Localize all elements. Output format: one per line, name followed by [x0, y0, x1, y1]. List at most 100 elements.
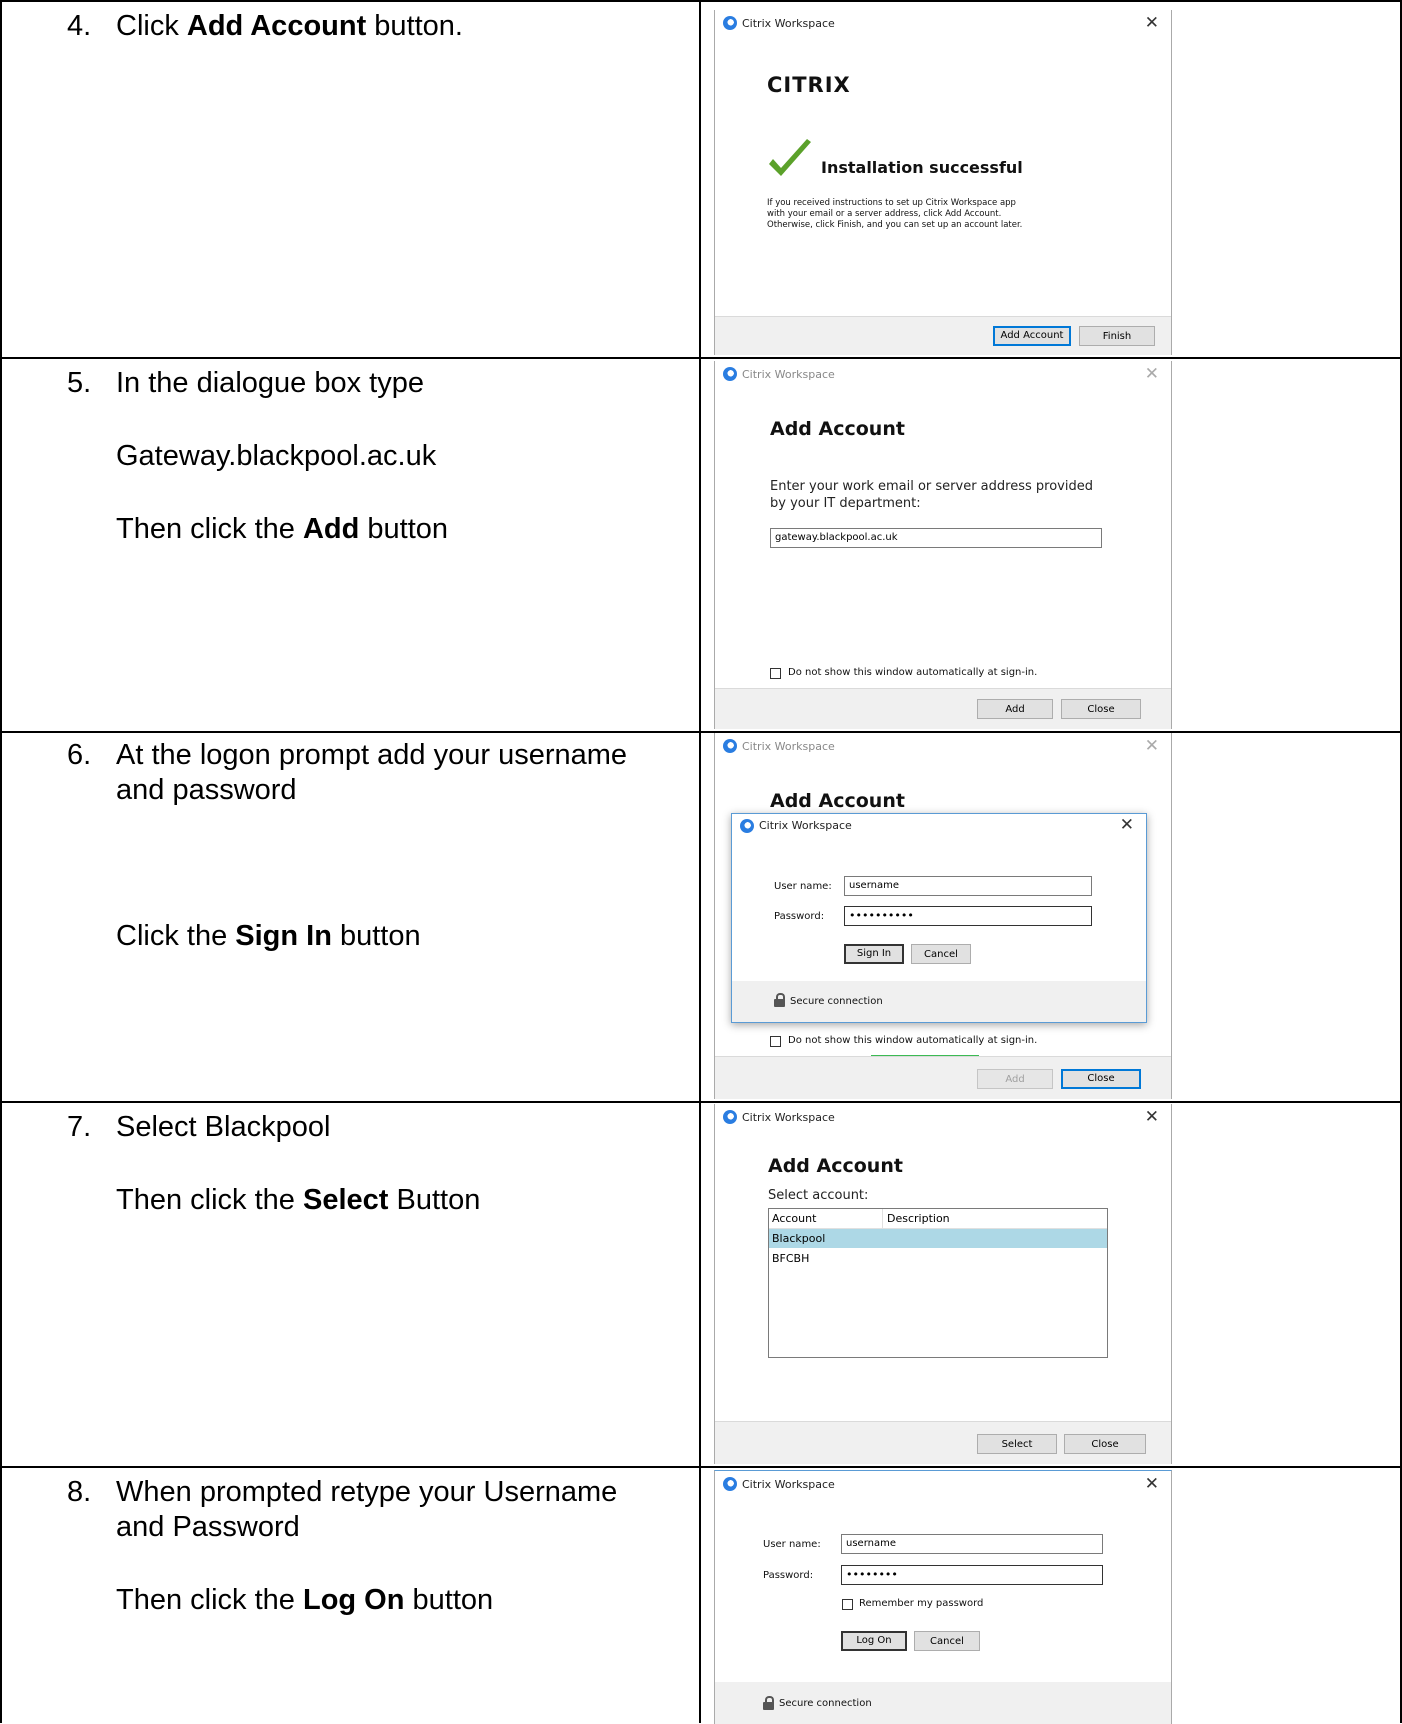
remember-password-checkbox[interactable] [842, 1599, 853, 1610]
citrix-logo-icon [723, 16, 737, 30]
step-7: 7. Select Blackpool Then click the Selec… [0, 1109, 690, 1459]
step-text: In the dialogue box type [116, 367, 424, 399]
checkmark-icon [769, 139, 811, 176]
cancel-button[interactable]: Cancel [911, 944, 971, 964]
window-title: Citrix Workspace [742, 17, 835, 30]
step-number: 5. [67, 367, 92, 399]
step-text: Click Add Account button. [116, 10, 463, 42]
step-8: 8. When prompted retype your Username an… [0, 1474, 690, 1714]
password-input[interactable]: •••••••• [841, 1565, 1103, 1585]
cancel-button[interactable]: Cancel [914, 1631, 980, 1651]
select-button[interactable]: Select [977, 1434, 1057, 1454]
sign-in-titlebar: Citrix Workspace ✕ [732, 814, 1146, 842]
step-number: 7. [67, 1111, 92, 1143]
close-icon[interactable]: ✕ [1145, 736, 1159, 756]
dialog-footer: Add Close [715, 1056, 1171, 1099]
add-button[interactable]: Add [977, 1069, 1053, 1089]
citrix-logo-icon [723, 1477, 737, 1491]
step-6: 6. At the logon prompt add your username… [0, 737, 690, 1097]
dialog-footer: Add Close [715, 688, 1171, 729]
step-5: 5. In the dialogue box type Gateway.blac… [0, 365, 690, 725]
step-text: When prompted retype your Username [116, 1476, 618, 1508]
finish-button[interactable]: Finish [1079, 326, 1155, 346]
username-label: User name: [774, 881, 832, 892]
window-titlebar: Citrix Workspace ✕ [715, 733, 1171, 761]
username-input[interactable]: username [841, 1534, 1103, 1554]
close-icon[interactable]: ✕ [1145, 1107, 1159, 1127]
dialog-heading: Add Account [770, 418, 905, 440]
add-button[interactable]: Add [977, 699, 1053, 719]
account-list-header: Account Description [769, 1209, 1107, 1229]
step-instruction: Click the Sign In button [116, 920, 421, 952]
step-4: 4. Click Add Account button. [0, 8, 690, 348]
column-header-account[interactable]: Account [772, 1212, 816, 1225]
citrix-logo-icon [723, 739, 737, 753]
log-on-button[interactable]: Log On [841, 1631, 907, 1651]
citrix-logo-icon [723, 367, 737, 381]
username-label: User name: [763, 1539, 821, 1550]
window-titlebar: Citrix Workspace ✕ [715, 1104, 1171, 1132]
window-titlebar: Citrix Workspace ✕ [715, 10, 1171, 38]
window-title: Citrix Workspace [742, 1111, 835, 1124]
do-not-show-label: Do not show this window automatically at… [788, 1035, 1038, 1046]
dialog-heading: Add Account [768, 1155, 903, 1177]
server-address-input[interactable]: gateway.blackpool.ac.uk [770, 528, 1102, 548]
close-button[interactable]: Close [1061, 1069, 1141, 1089]
instruction-page: 4. Click Add Account button. 5. In the d… [0, 0, 1402, 1724]
screenshot-select-account: Citrix Workspace ✕ Add Account Select ac… [714, 1104, 1172, 1464]
screenshot-add-account: Citrix Workspace ✕ Add Account Enter you… [714, 361, 1172, 729]
do-not-show-checkbox[interactable] [770, 1036, 781, 1047]
secure-connection-bar: Secure connection [715, 1682, 1171, 1724]
dialog-footer: Add Account Finish [715, 316, 1171, 355]
account-list[interactable]: Account Description Blackpool BFCBH [768, 1208, 1108, 1358]
step-instruction: Then click the Select Button [116, 1184, 481, 1216]
status-message: If you received instructions to set up C… [767, 198, 1023, 230]
list-item[interactable]: BFCBH [769, 1249, 1107, 1268]
close-icon[interactable]: ✕ [1145, 364, 1159, 384]
secure-connection-label: Secure connection [779, 1698, 872, 1709]
list-item[interactable]: Blackpool [769, 1229, 1107, 1248]
secure-connection-label: Secure connection [790, 996, 883, 1007]
screenshot-log-on: Citrix Workspace ✕ User name: username P… [714, 1470, 1172, 1724]
close-icon[interactable]: ✕ [1120, 815, 1134, 835]
password-label: Password: [763, 1570, 814, 1581]
table-border-top [0, 0, 1402, 2]
status-heading: Installation successful [821, 158, 1023, 177]
do-not-show-label: Do not show this window automatically at… [788, 667, 1038, 678]
close-icon[interactable]: ✕ [1145, 1474, 1159, 1494]
close-button[interactable]: Close [1061, 699, 1141, 719]
select-account-label: Select account: [768, 1188, 869, 1203]
window-title: Citrix Workspace [742, 740, 835, 753]
add-account-button[interactable]: Add Account [993, 326, 1071, 346]
row-divider [0, 357, 1402, 359]
window-title: Citrix Workspace [742, 368, 835, 381]
step-number: 8. [67, 1476, 92, 1508]
screenshot-sign-in: Citrix Workspace ✕ Add Account Citrix Wo… [714, 733, 1172, 1099]
do-not-show-checkbox[interactable] [770, 668, 781, 679]
account-name: Blackpool [772, 1232, 826, 1245]
step-number: 4. [67, 10, 92, 42]
password-label: Password: [774, 911, 825, 922]
dialog-footer: Select Close [715, 1421, 1171, 1464]
step-text: Select Blackpool [116, 1111, 331, 1143]
account-name: BFCBH [772, 1252, 810, 1265]
dialog-heading: Add Account [770, 790, 905, 812]
password-input[interactable]: •••••••••• [844, 906, 1092, 926]
secure-connection-bar: Secure connection [732, 981, 1146, 1022]
window-titlebar: Citrix Workspace ✕ [715, 1471, 1171, 1499]
lock-icon [774, 993, 785, 1007]
step-instruction: Then click the Add button [116, 513, 449, 545]
window-title: Citrix Workspace [742, 1478, 835, 1491]
citrix-logo-icon [740, 819, 754, 833]
citrix-logo-icon [723, 1110, 737, 1124]
close-icon[interactable]: ✕ [1145, 13, 1159, 33]
column-header-description[interactable]: Description [887, 1212, 950, 1225]
step-address: Gateway.blackpool.ac.uk [116, 440, 437, 472]
sign-in-title: Citrix Workspace [759, 819, 852, 832]
close-button[interactable]: Close [1064, 1434, 1146, 1454]
username-input[interactable]: username [844, 876, 1092, 896]
citrix-brand-logo: CITRIX [767, 73, 851, 97]
step-number: 6. [67, 739, 92, 771]
row-divider [0, 1101, 1402, 1103]
sign-in-button[interactable]: Sign In [844, 944, 904, 964]
